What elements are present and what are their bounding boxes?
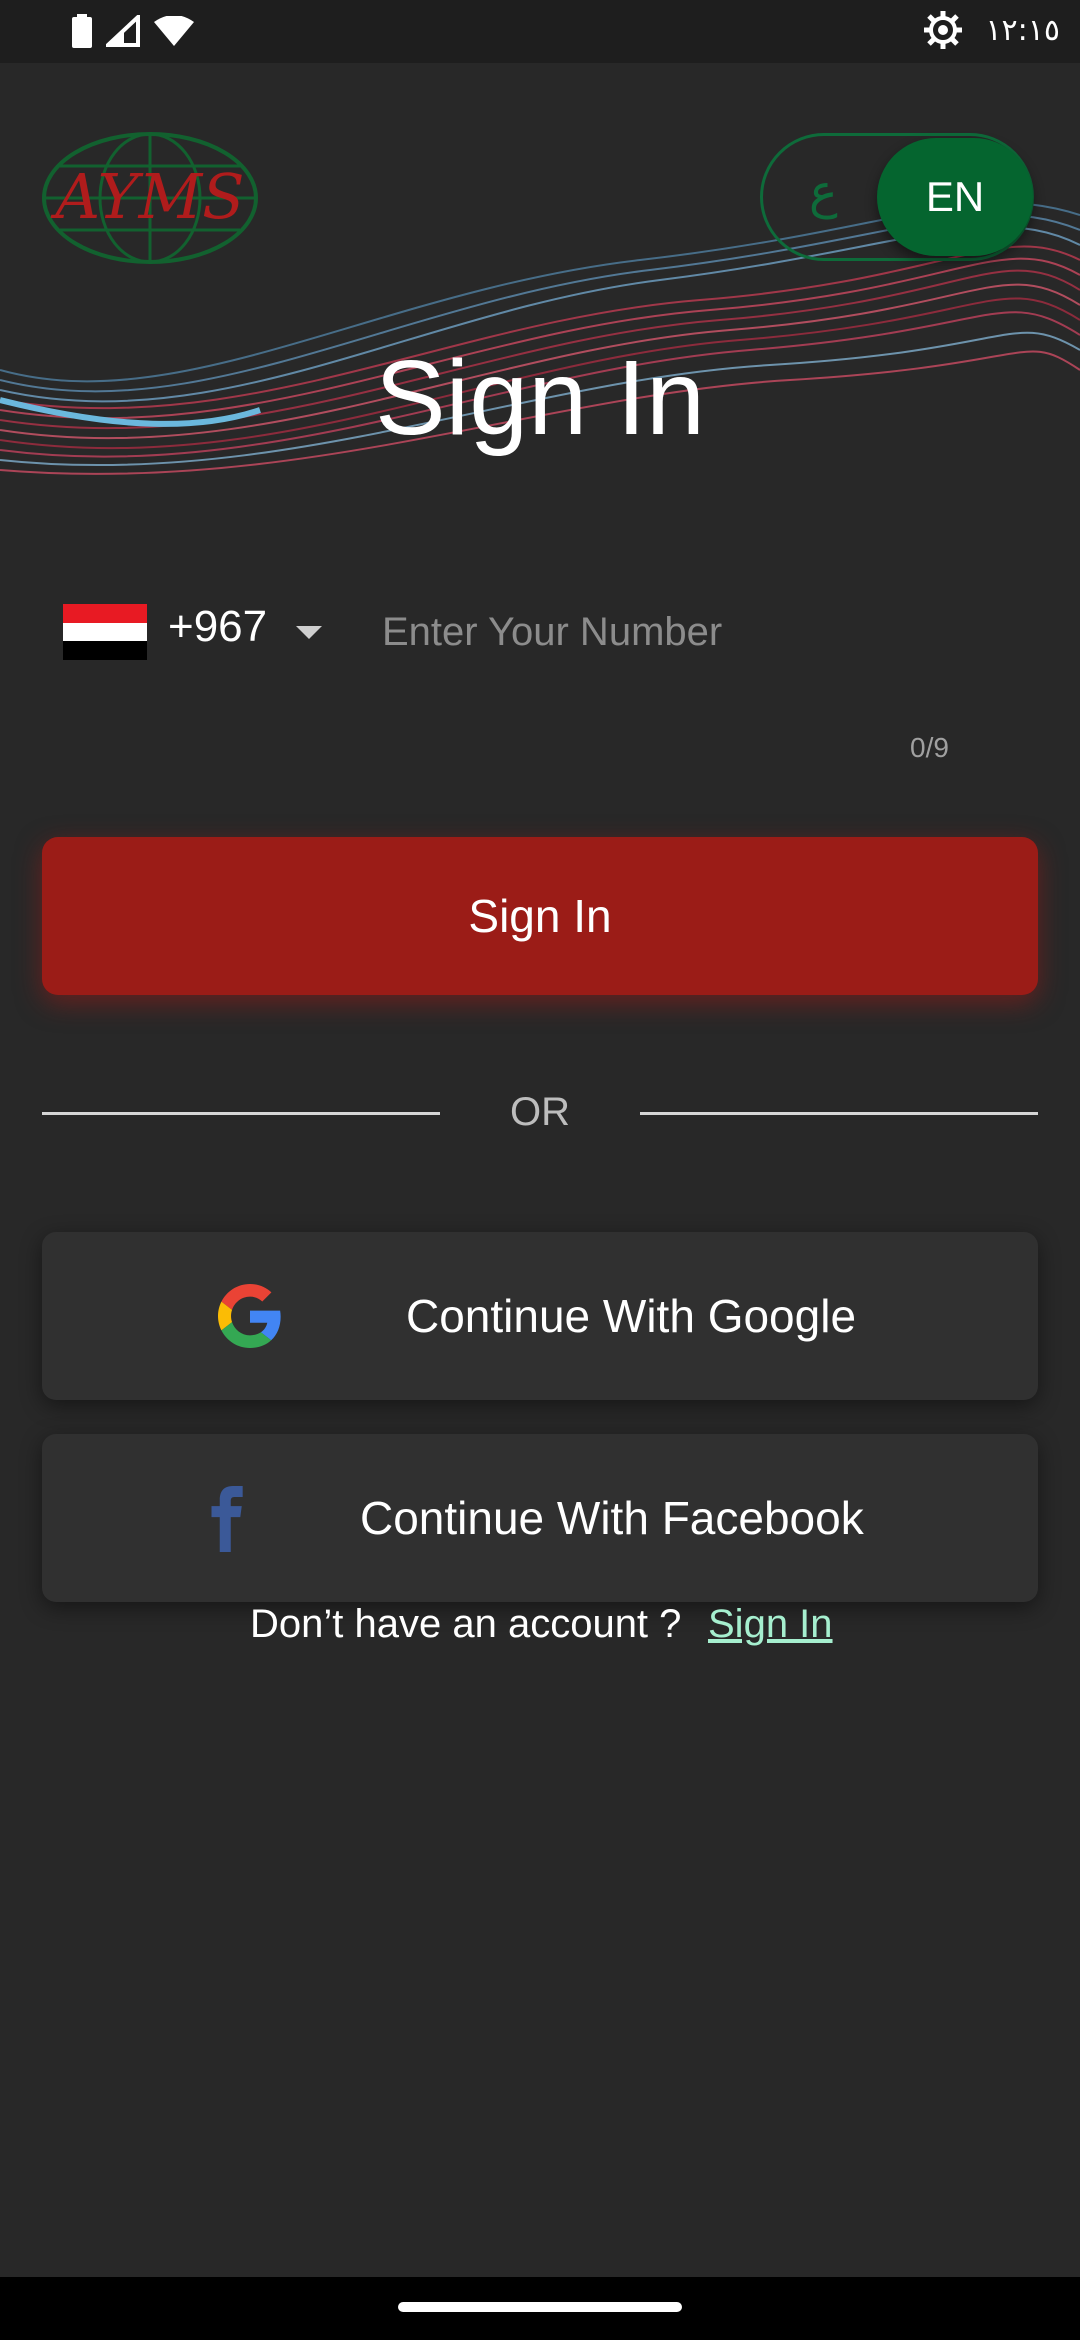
lang-option-arabic[interactable]: ع <box>809 164 838 220</box>
wifi-icon <box>154 16 194 46</box>
settings-icon <box>924 11 963 49</box>
facebook-button-label: Continue With Facebook <box>360 1492 864 1544</box>
sign-in-link[interactable]: Sign In <box>708 1602 833 1647</box>
continue-with-google-button[interactable]: Continue With Google <box>42 1232 1038 1400</box>
ayms-logo: AYMS <box>42 132 258 264</box>
country-dial-code[interactable]: +967 <box>168 602 267 652</box>
phone-input-row: +967 <box>60 600 1020 710</box>
facebook-icon <box>211 1486 243 1552</box>
google-icon <box>218 1284 281 1348</box>
status-icons-right: ١٢:١٥ <box>923 10 1060 50</box>
continue-with-facebook-button[interactable]: Continue With Facebook <box>42 1434 1038 1602</box>
status-time: ١٢:١٥ <box>985 12 1060 48</box>
page-title: Sign In <box>374 339 705 457</box>
character-counter: 0/9 <box>910 732 949 763</box>
signal-icon <box>106 15 140 47</box>
lang-option-english[interactable]: EN <box>877 138 1033 256</box>
phone-number-input[interactable] <box>380 600 1004 664</box>
yemen-flag-icon[interactable] <box>63 604 147 661</box>
home-gesture-handle[interactable] <box>398 2302 682 2312</box>
language-toggle[interactable]: ع EN <box>760 133 1034 261</box>
status-bar: ١٢:١٥ <box>0 0 1080 63</box>
svg-text:AYMS: AYMS <box>50 160 244 233</box>
battery-icon <box>72 14 92 48</box>
no-account-text: Don’t have an account ? <box>250 1602 682 1646</box>
status-icons-left <box>72 14 194 48</box>
sign-in-button[interactable]: Sign In <box>42 837 1038 995</box>
divider-line-left <box>42 1112 440 1115</box>
sign-in-screen: ١٢:١٥ AYMS ع EN Sign In +967 Enter Your … <box>0 0 1080 2340</box>
divider-line-right <box>640 1112 1038 1115</box>
google-button-label: Continue With Google <box>406 1290 857 1342</box>
signup-prompt-row: Don’t have an account ? Sign In <box>0 1602 1080 1662</box>
chevron-down-icon[interactable] <box>296 626 322 639</box>
or-divider-label: OR <box>510 1090 570 1134</box>
